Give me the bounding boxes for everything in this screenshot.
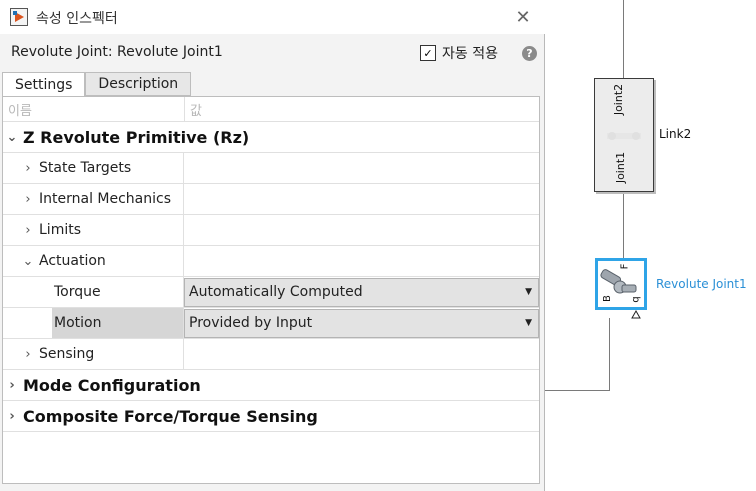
link-block-icon — [607, 132, 641, 140]
window-title: 속성 인스펙터 — [36, 11, 118, 27]
row-name-cell: › Limits — [3, 215, 184, 245]
group-composite-force-torque-sensing[interactable]: › Composite Force/Torque Sensing — [3, 401, 539, 432]
motion-dropdown-value: Provided by Input — [189, 315, 313, 331]
row-value-cell: Provided by Input ▼ — [184, 308, 539, 338]
port-label-b: B — [601, 295, 613, 302]
dropdown-arrow-icon: ▼ — [525, 287, 532, 297]
group-mode-configuration[interactable]: › Mode Configuration — [3, 370, 539, 401]
chevron-right-icon[interactable]: › — [21, 223, 35, 238]
input-port-triangle — [631, 310, 641, 319]
chevron-down-icon[interactable]: ⌄ — [21, 254, 35, 269]
row-name-cell: Motion — [52, 308, 184, 338]
wire-link-to-joint[interactable] — [623, 191, 624, 258]
link2-label[interactable]: Link2 — [659, 127, 691, 141]
dropdown-arrow-icon: ▼ — [525, 318, 532, 328]
row-sensing[interactable]: › Sensing — [3, 339, 539, 370]
simulink-app-icon — [10, 8, 28, 26]
chevron-down-icon[interactable]: ⌄ — [5, 130, 19, 145]
row-limits[interactable]: › Limits — [3, 215, 539, 246]
title-bar: 속성 인스펙터 ✕ — [0, 0, 545, 34]
row-label: Torque — [54, 284, 101, 300]
tab-settings[interactable]: Settings — [2, 72, 86, 96]
group-label-cell: › Mode Configuration — [3, 370, 539, 400]
group-label-cell: ⌄ Z Revolute Primitive (Rz) — [3, 122, 539, 152]
row-value-cell — [184, 184, 539, 214]
chevron-right-icon[interactable]: › — [21, 161, 35, 176]
tab-bar: Settings Description — [2, 72, 192, 96]
row-label: Actuation — [39, 253, 106, 269]
row-actuation[interactable]: ⌄ Actuation — [3, 246, 539, 277]
row-name-cell: › Internal Mechanics — [3, 184, 184, 214]
torque-dropdown-value: Automatically Computed — [189, 284, 363, 300]
chevron-right-icon[interactable]: › — [21, 347, 35, 362]
row-motion[interactable]: Motion Provided by Input ▼ — [3, 308, 539, 339]
tab-description[interactable]: Description — [85, 72, 192, 96]
column-header-value: 값 — [190, 103, 202, 119]
row-value-cell — [184, 339, 539, 369]
group-label: Z Revolute Primitive (Rz) — [23, 127, 250, 147]
auto-apply-checkbox[interactable]: ✓ — [420, 45, 436, 61]
row-name-cell: Torque — [3, 277, 184, 307]
torque-dropdown[interactable]: Automatically Computed ▼ — [184, 277, 539, 307]
revolute-joint-block[interactable]: B F q — [595, 258, 647, 310]
property-grid: 이름 값 ⌄ Z Revolute Primitive (Rz) › State… — [2, 96, 540, 484]
auto-apply-label: 자동 적용 — [442, 46, 498, 62]
port-label-joint1: Joint1 — [614, 151, 628, 184]
row-label: State Targets — [39, 160, 132, 176]
row-value-cell — [184, 153, 539, 183]
chevron-right-icon[interactable]: › — [21, 192, 35, 207]
property-inspector: 속성 인스펙터 ✕ Revolute Joint: Revolute Joint… — [0, 0, 545, 491]
group-label: Mode Configuration — [23, 375, 201, 395]
auto-apply-toggle[interactable]: ✓ 자동 적용 — [420, 43, 498, 63]
group-label: Composite Force/Torque Sensing — [23, 406, 318, 426]
group-z-revolute-primitive[interactable]: ⌄ Z Revolute Primitive (Rz) — [3, 122, 539, 153]
group-label-cell: › Composite Force/Torque Sensing — [3, 401, 539, 431]
row-label: Internal Mechanics — [39, 191, 172, 207]
row-label: Limits — [39, 222, 81, 238]
motion-dropdown[interactable]: Provided by Input ▼ — [184, 308, 539, 338]
port-label-joint2: Joint2 — [612, 83, 626, 116]
help-icon[interactable]: ? — [522, 46, 537, 61]
chevron-right-icon[interactable]: › — [5, 378, 19, 393]
grid-header: 이름 값 — [3, 97, 539, 122]
chevron-right-icon[interactable]: › — [5, 409, 19, 424]
revolute-joint-label[interactable]: Revolute Joint1 — [656, 277, 747, 291]
link2-block[interactable]: Joint2 Joint1 — [594, 78, 654, 192]
wire-bottom[interactable] — [545, 390, 610, 391]
port-label-q: q — [630, 296, 642, 303]
row-label: Motion — [54, 315, 102, 331]
row-name-cell: › State Targets — [3, 153, 184, 183]
block-header: Revolute Joint: Revolute Joint1 ✓ 자동 적용 … — [0, 38, 545, 70]
row-state-targets[interactable]: › State Targets — [3, 153, 539, 184]
row-value-cell: Automatically Computed ▼ — [184, 277, 539, 307]
row-name-cell: ⌄ Actuation — [3, 246, 184, 276]
row-label: Sensing — [39, 346, 95, 362]
port-label-f: F — [619, 263, 631, 270]
row-value-cell — [184, 246, 539, 276]
model-canvas[interactable]: Joint2 Joint1 Link2 B F q Revolute Joint… — [545, 0, 756, 491]
wire-joint-down[interactable] — [609, 318, 610, 390]
column-header-name: 이름 — [3, 97, 185, 121]
block-title: Revolute Joint: Revolute Joint1 — [11, 44, 223, 60]
row-internal-mechanics[interactable]: › Internal Mechanics — [3, 184, 539, 215]
close-icon[interactable]: ✕ — [512, 6, 534, 28]
row-torque[interactable]: Torque Automatically Computed ▼ — [3, 277, 539, 308]
wire-top[interactable] — [623, 0, 624, 78]
row-name-cell: › Sensing — [3, 339, 184, 369]
row-value-cell — [184, 215, 539, 245]
